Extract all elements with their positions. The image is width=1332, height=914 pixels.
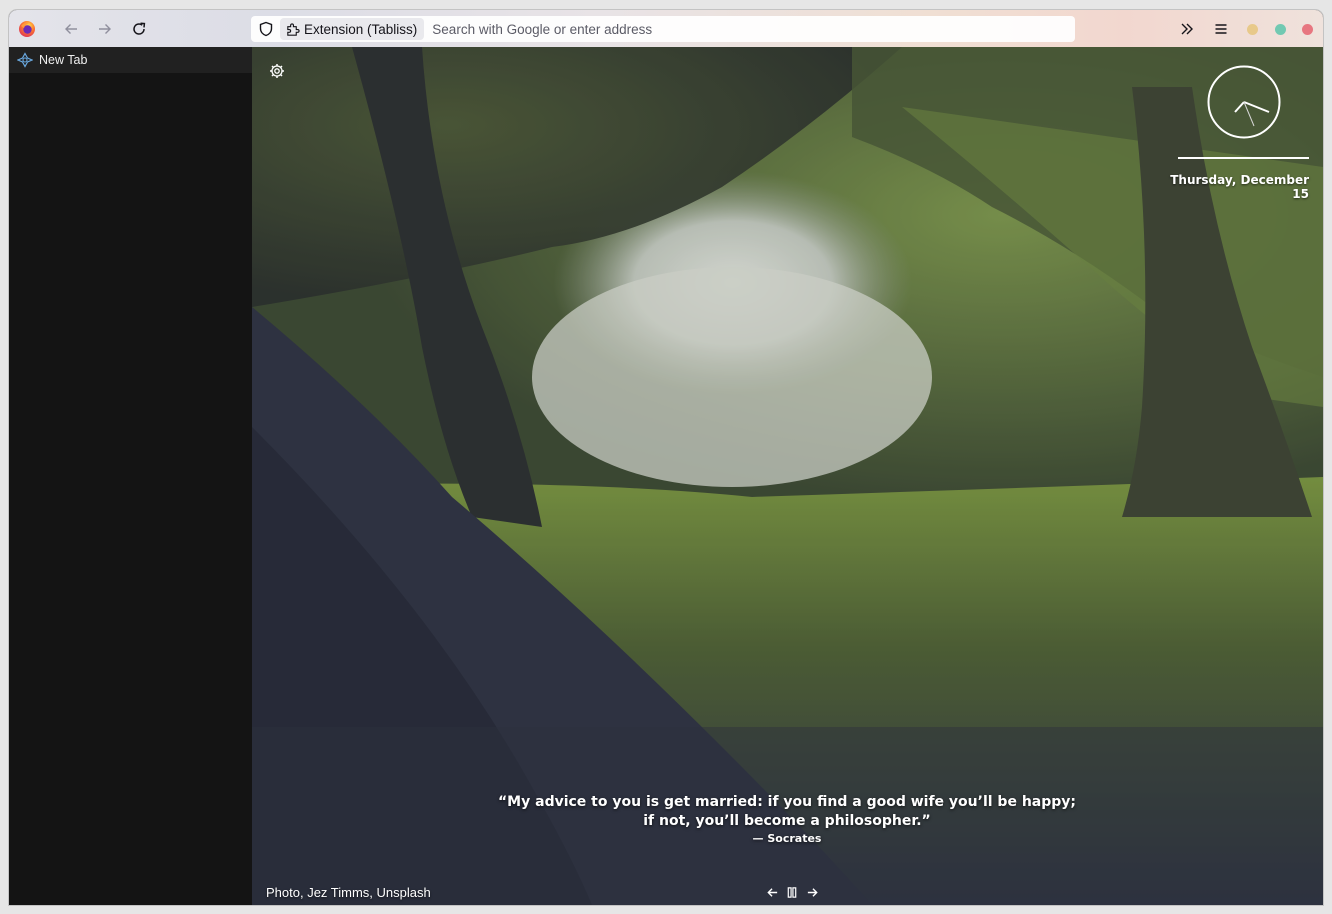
address-bar[interactable]: Extension (Tabliss) Search with Google o… (251, 16, 1075, 42)
tracking-protection-shield-icon[interactable] (253, 16, 279, 42)
extension-chip-label: Extension (Tabliss) (304, 21, 418, 37)
back-button[interactable] (57, 15, 85, 43)
reload-button[interactable] (125, 15, 153, 43)
hamburger-menu-icon (1215, 24, 1227, 34)
settings-gear-icon[interactable] (267, 61, 287, 81)
window-close-button[interactable] (1302, 24, 1313, 35)
arrow-left-icon (65, 24, 77, 34)
window-minimize-button[interactable] (1247, 24, 1258, 35)
vertical-tabs-sidebar: New Tab (9, 47, 252, 905)
arrow-right-icon (807, 887, 818, 897)
browser-window: Extension (Tabliss) Search with Google o… (9, 10, 1323, 905)
pause-background-button[interactable] (784, 885, 800, 899)
app-menu-button[interactable] (1207, 15, 1235, 43)
puzzle-piece-icon (287, 22, 300, 36)
firefox-logo-icon[interactable] (13, 15, 41, 43)
date-display: Thursday, December 15 (1170, 173, 1309, 201)
extension-identity-chip[interactable]: Extension (Tabliss) (280, 18, 425, 40)
quote-line-2: if not, you’ll become a philosopher.” (643, 813, 931, 829)
tabliss-icon (17, 52, 33, 68)
arrow-right-icon (99, 24, 111, 34)
sidebar-tab-label: New Tab (39, 53, 88, 67)
sidebar-tab-new-tab[interactable]: New Tab (9, 47, 252, 73)
next-background-button[interactable] (804, 885, 820, 899)
quote-line-1: “My advice to you is get married: if you… (497, 794, 1076, 810)
double-chevron-right-icon (1181, 23, 1193, 35)
new-tab-page: Thursday, December 15 “My advice to you … (252, 47, 1323, 905)
analog-clock (1207, 65, 1281, 139)
reload-icon (133, 22, 146, 35)
photo-credit[interactable]: Photo, Jez Timms, Unsplash (266, 885, 431, 900)
overflow-menu-button[interactable] (1173, 15, 1201, 43)
arrow-left-icon (766, 887, 777, 897)
clock-divider (1178, 157, 1309, 159)
previous-background-button[interactable] (764, 885, 780, 899)
background-controls (764, 885, 820, 899)
window-maximize-button[interactable] (1275, 24, 1286, 35)
forward-button[interactable] (91, 15, 119, 43)
address-bar-placeholder[interactable]: Search with Google or enter address (432, 22, 652, 37)
quote-widget: “My advice to you is get married: if you… (412, 793, 1162, 845)
quote-author: — Socrates (752, 832, 822, 845)
pause-icon (787, 886, 797, 898)
browser-toolbar: Extension (Tabliss) Search with Google o… (9, 10, 1323, 47)
